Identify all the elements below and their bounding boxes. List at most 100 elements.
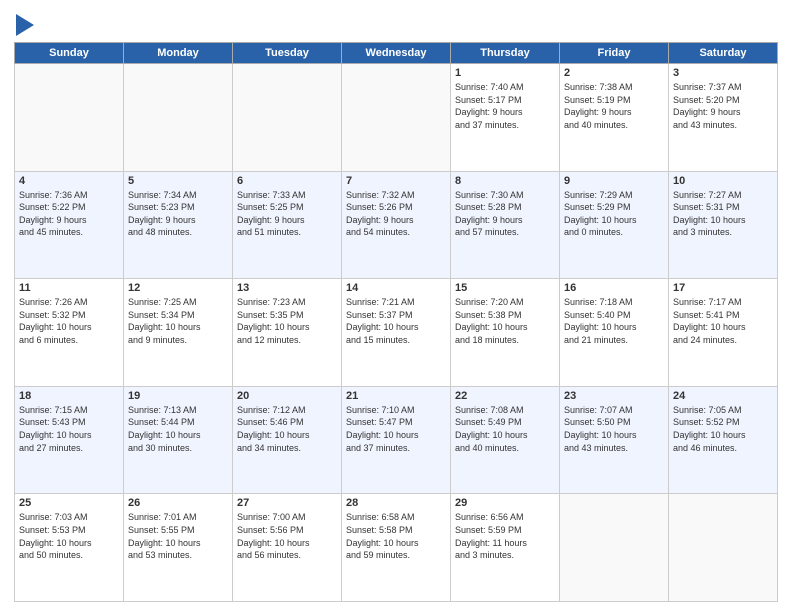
- day-info: Sunrise: 7:10 AM Sunset: 5:47 PM Dayligh…: [346, 404, 446, 454]
- day-info: Sunrise: 6:56 AM Sunset: 5:59 PM Dayligh…: [455, 511, 555, 561]
- day-number: 2: [564, 67, 664, 79]
- day-number: 23: [564, 390, 664, 402]
- day-number: 9: [564, 175, 664, 187]
- calendar-cell: [124, 64, 233, 172]
- day-info: Sunrise: 7:34 AM Sunset: 5:23 PM Dayligh…: [128, 189, 228, 239]
- day-number: 22: [455, 390, 555, 402]
- calendar-cell: [669, 494, 778, 602]
- calendar-cell: 1Sunrise: 7:40 AM Sunset: 5:17 PM Daylig…: [451, 64, 560, 172]
- day-info: Sunrise: 7:01 AM Sunset: 5:55 PM Dayligh…: [128, 511, 228, 561]
- day-number: 25: [19, 497, 119, 509]
- day-number: 11: [19, 282, 119, 294]
- calendar-cell: 13 Sunrise: 7:23 AM Sunset: 5:35 PM Dayli…: [233, 279, 342, 387]
- day-info: Sunrise: 7:05 AM Sunset: 5:52 PM Dayligh…: [673, 404, 773, 454]
- day-info: Sunrise: 7:00 AM Sunset: 5:56 PM Dayligh…: [237, 511, 337, 561]
- day-info: Sunrise: 7:26 AM Sunset: 5:32 PM Dayligh…: [19, 296, 119, 346]
- header: [14, 10, 778, 36]
- calendar-cell: 8 Sunrise: 7:30 AM Sunset: 5:28 PM Daylig…: [451, 171, 560, 279]
- day-number: 21: [346, 390, 446, 402]
- day-number: 4: [19, 175, 119, 187]
- calendar-cell: 29 Sunrise: 6:56 AM Sunset: 5:59 PM Dayli…: [451, 494, 560, 602]
- col-header-saturday: Saturday: [669, 43, 778, 64]
- day-info: Sunrise: 7:30 AM Sunset: 5:28 PM Dayligh…: [455, 189, 555, 239]
- logo-icon: [16, 14, 34, 36]
- logo: [14, 14, 34, 36]
- page: SundayMondayTuesdayWednesdayThursdayFrid…: [0, 0, 792, 612]
- day-info: Sunrise: 7:33 AM Sunset: 5:25 PM Dayligh…: [237, 189, 337, 239]
- day-number: 29: [455, 497, 555, 509]
- col-header-thursday: Thursday: [451, 43, 560, 64]
- day-number: 3: [673, 67, 773, 79]
- calendar-cell: 3 Sunrise: 7:37 AM Sunset: 5:20 PM Daylig…: [669, 64, 778, 172]
- day-info: Sunrise: 7:07 AM Sunset: 5:50 PM Dayligh…: [564, 404, 664, 454]
- calendar-cell: 27 Sunrise: 7:00 AM Sunset: 5:56 PM Dayli…: [233, 494, 342, 602]
- day-info: Sunrise: 7:37 AM Sunset: 5:20 PM Dayligh…: [673, 81, 773, 131]
- day-number: 20: [237, 390, 337, 402]
- day-info: Sunrise: 7:13 AM Sunset: 5:44 PM Dayligh…: [128, 404, 228, 454]
- day-number: 24: [673, 390, 773, 402]
- day-number: 8: [455, 175, 555, 187]
- col-header-friday: Friday: [560, 43, 669, 64]
- col-header-sunday: Sunday: [15, 43, 124, 64]
- day-number: 12: [128, 282, 228, 294]
- day-info: Sunrise: 7:20 AM Sunset: 5:38 PM Dayligh…: [455, 296, 555, 346]
- col-header-monday: Monday: [124, 43, 233, 64]
- day-number: 16: [564, 282, 664, 294]
- calendar-cell: 9 Sunrise: 7:29 AM Sunset: 5:29 PM Daylig…: [560, 171, 669, 279]
- calendar-cell: 6 Sunrise: 7:33 AM Sunset: 5:25 PM Daylig…: [233, 171, 342, 279]
- day-number: 10: [673, 175, 773, 187]
- calendar-cell: 5 Sunrise: 7:34 AM Sunset: 5:23 PM Daylig…: [124, 171, 233, 279]
- day-info: Sunrise: 7:32 AM Sunset: 5:26 PM Dayligh…: [346, 189, 446, 239]
- calendar-cell: 7Sunrise: 7:32 AM Sunset: 5:26 PM Daylig…: [342, 171, 451, 279]
- day-number: 1: [455, 67, 555, 79]
- calendar-cell: 12 Sunrise: 7:25 AM Sunset: 5:34 PM Dayli…: [124, 279, 233, 387]
- day-info: Sunrise: 7:23 AM Sunset: 5:35 PM Dayligh…: [237, 296, 337, 346]
- calendar-cell: 22 Sunrise: 7:08 AM Sunset: 5:49 PM Dayli…: [451, 386, 560, 494]
- day-info: Sunrise: 7:03 AM Sunset: 5:53 PM Dayligh…: [19, 511, 119, 561]
- day-number: 26: [128, 497, 228, 509]
- day-number: 17: [673, 282, 773, 294]
- calendar-week-5: 25 Sunrise: 7:03 AM Sunset: 5:53 PM Dayli…: [15, 494, 778, 602]
- calendar-cell: [15, 64, 124, 172]
- calendar-cell: 17 Sunrise: 7:17 AM Sunset: 5:41 PM Dayli…: [669, 279, 778, 387]
- day-info: Sunrise: 7:36 AM Sunset: 5:22 PM Dayligh…: [19, 189, 119, 239]
- day-number: 28: [346, 497, 446, 509]
- day-info: Sunrise: 7:12 AM Sunset: 5:46 PM Dayligh…: [237, 404, 337, 454]
- day-info: Sunrise: 7:27 AM Sunset: 5:31 PM Dayligh…: [673, 189, 773, 239]
- calendar-cell: 26 Sunrise: 7:01 AM Sunset: 5:55 PM Dayli…: [124, 494, 233, 602]
- calendar-cell: 4 Sunrise: 7:36 AM Sunset: 5:22 PM Daylig…: [15, 171, 124, 279]
- day-number: 19: [128, 390, 228, 402]
- calendar-cell: 15Sunrise: 7:20 AM Sunset: 5:38 PM Dayli…: [451, 279, 560, 387]
- day-info: Sunrise: 7:18 AM Sunset: 5:40 PM Dayligh…: [564, 296, 664, 346]
- day-info: Sunrise: 7:17 AM Sunset: 5:41 PM Dayligh…: [673, 296, 773, 346]
- day-number: 13: [237, 282, 337, 294]
- calendar-cell: 18Sunrise: 7:15 AM Sunset: 5:43 PM Dayli…: [15, 386, 124, 494]
- calendar-cell: 11 Sunrise: 7:26 AM Sunset: 5:32 PM Dayli…: [15, 279, 124, 387]
- calendar-cell: [233, 64, 342, 172]
- col-header-wednesday: Wednesday: [342, 43, 451, 64]
- day-info: Sunrise: 7:08 AM Sunset: 5:49 PM Dayligh…: [455, 404, 555, 454]
- day-number: 6: [237, 175, 337, 187]
- calendar-week-3: 11 Sunrise: 7:26 AM Sunset: 5:32 PM Dayli…: [15, 279, 778, 387]
- calendar-cell: 19 Sunrise: 7:13 AM Sunset: 5:44 PM Dayli…: [124, 386, 233, 494]
- calendar-cell: 2 Sunrise: 7:38 AM Sunset: 5:19 PM Daylig…: [560, 64, 669, 172]
- calendar-cell: [342, 64, 451, 172]
- calendar-table: SundayMondayTuesdayWednesdayThursdayFrid…: [14, 42, 778, 602]
- day-info: Sunrise: 7:29 AM Sunset: 5:29 PM Dayligh…: [564, 189, 664, 239]
- calendar-week-2: 4 Sunrise: 7:36 AM Sunset: 5:22 PM Daylig…: [15, 171, 778, 279]
- day-number: 14: [346, 282, 446, 294]
- calendar-cell: 14 Sunrise: 7:21 AM Sunset: 5:37 PM Dayli…: [342, 279, 451, 387]
- calendar-cell: 24 Sunrise: 7:05 AM Sunset: 5:52 PM Dayli…: [669, 386, 778, 494]
- calendar-cell: 25 Sunrise: 7:03 AM Sunset: 5:53 PM Dayli…: [15, 494, 124, 602]
- day-info: Sunrise: 7:25 AM Sunset: 5:34 PM Dayligh…: [128, 296, 228, 346]
- day-number: 27: [237, 497, 337, 509]
- calendar-cell: 21 Sunrise: 7:10 AM Sunset: 5:47 PM Dayli…: [342, 386, 451, 494]
- calendar-cell: 23 Sunrise: 7:07 AM Sunset: 5:50 PM Dayli…: [560, 386, 669, 494]
- day-number: 5: [128, 175, 228, 187]
- day-info: Sunrise: 7:21 AM Sunset: 5:37 PM Dayligh…: [346, 296, 446, 346]
- day-info: Sunrise: 7:38 AM Sunset: 5:19 PM Dayligh…: [564, 81, 664, 131]
- day-info: Sunrise: 7:15 AM Sunset: 5:43 PM Dayligh…: [19, 404, 119, 454]
- col-header-tuesday: Tuesday: [233, 43, 342, 64]
- day-info: Sunrise: 6:58 AM Sunset: 5:58 PM Dayligh…: [346, 511, 446, 561]
- calendar-cell: 20 Sunrise: 7:12 AM Sunset: 5:46 PM Dayli…: [233, 386, 342, 494]
